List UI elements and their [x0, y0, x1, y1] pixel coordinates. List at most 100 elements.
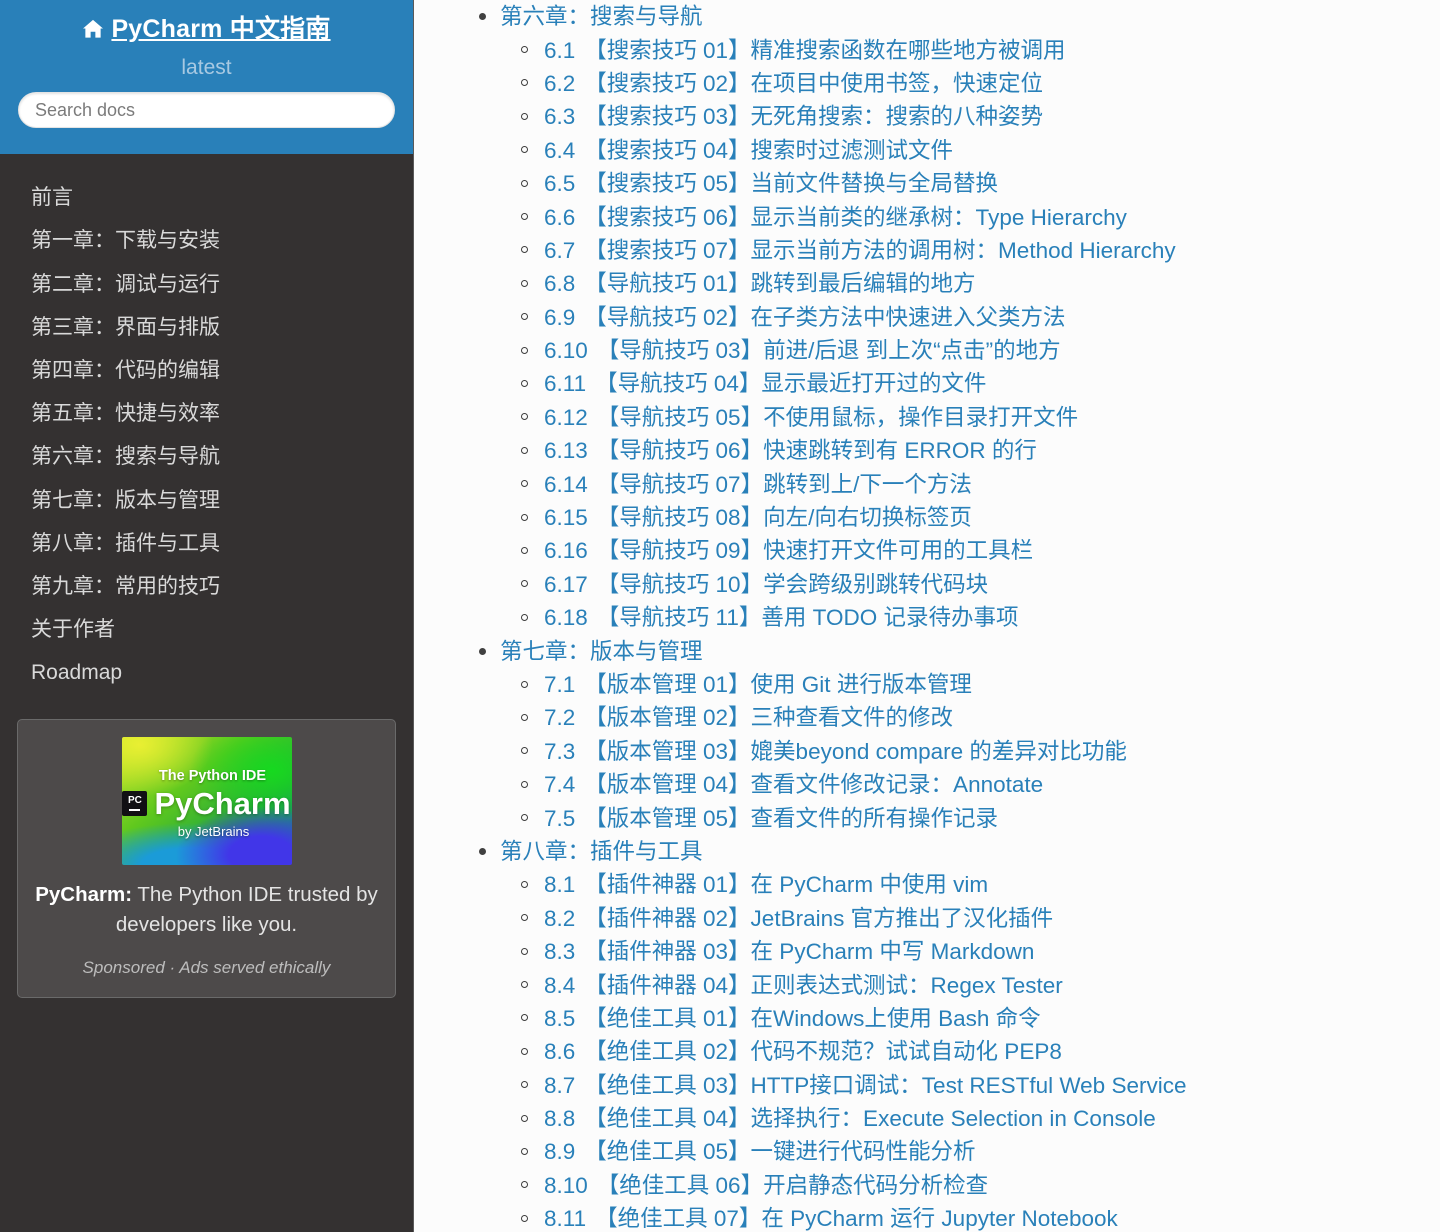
- toc-chapter-link[interactable]: 第八章：插件与工具: [500, 838, 703, 865]
- toc-section-link[interactable]: 7.3 【版本管理 03】媲美beyond compare 的差异对比功能: [544, 738, 1127, 765]
- toc-section-number: 6.17: [544, 571, 588, 597]
- sponsored-ad-card[interactable]: The Python IDE PC PyCharm by JetBrains P…: [17, 719, 396, 998]
- brand-title: PyCharm 中文指南: [111, 15, 331, 43]
- toc-section-title: 【导航技巧 07】跳转到上/下一个方法: [596, 471, 972, 497]
- sidebar-link[interactable]: 第九章：常用的技巧: [0, 565, 413, 608]
- sidebar-link[interactable]: Roadmap: [0, 651, 413, 694]
- toc-section-link[interactable]: 8.6 【绝佳工具 02】代码不规范？试试自动化 PEP8: [544, 1038, 1062, 1065]
- toc-section-link[interactable]: 6.12 【导航技巧 05】不使用鼠标，操作目录打开文件: [544, 404, 1078, 431]
- sidebar-item-chapter-5[interactable]: 第五章：快捷与效率: [0, 392, 413, 435]
- toc-section-title: 【搜索技巧 03】无死角搜索：搜索的八种姿势: [584, 104, 1044, 130]
- toc-section-link[interactable]: 7.5 【版本管理 05】查看文件的所有操作记录: [544, 805, 998, 832]
- toc-section-link[interactable]: 8.4 【插件神器 04】正则表达式测试：Regex Tester: [544, 972, 1063, 999]
- toc-section-row: 6.17 【导航技巧 10】学会跨级别跳转代码块: [521, 568, 1440, 601]
- toc-section-row: 8.7 【绝佳工具 03】HTTP接口调试：Test RESTful Web Se…: [521, 1069, 1440, 1102]
- toc-section-number: 6.6: [544, 204, 576, 230]
- toc-section-row: 6.13 【导航技巧 06】快速跳转到有 ERROR 的行: [521, 434, 1440, 467]
- sidebar-link[interactable]: 第八章：插件与工具: [0, 522, 413, 565]
- toc-section-link[interactable]: 6.9 【导航技巧 02】在子类方法中快速进入父类方法: [544, 304, 1066, 331]
- toc-section-link[interactable]: 6.11 【导航技巧 04】显示最近打开过的文件: [544, 370, 986, 397]
- sidebar-item-chapter-1[interactable]: 第一章：下载与安装: [0, 219, 413, 262]
- toc-section-link[interactable]: 8.9 【绝佳工具 05】一键进行代码性能分析: [544, 1138, 976, 1165]
- sidebar-link[interactable]: 第五章：快捷与效率: [0, 392, 413, 435]
- toc-section-link[interactable]: 6.14 【导航技巧 07】跳转到上/下一个方法: [544, 471, 972, 498]
- toc-section-title: 【绝佳工具 07】在 PyCharm 运行 Jupyter Notebook: [595, 1206, 1118, 1232]
- toc-section-title: 【插件神器 01】在 PyCharm 中使用 vim: [584, 872, 989, 898]
- toc-section-title: 【版本管理 04】查看文件修改记录：Annotate: [584, 772, 1044, 798]
- toc-section-link[interactable]: 6.16 【导航技巧 09】快速打开文件可用的工具栏: [544, 537, 1033, 564]
- toc-section-row: 6.8 【导航技巧 01】跳转到最后编辑的地方: [521, 267, 1440, 300]
- toc-section-link[interactable]: 8.3 【插件神器 03】在 PyCharm 中写 Markdown: [544, 938, 1034, 965]
- sidebar-item-roadmap[interactable]: Roadmap: [0, 651, 413, 694]
- sidebar-item-chapter-6[interactable]: 第六章：搜索与导航: [0, 435, 413, 478]
- toc-section-link[interactable]: 8.10 【绝佳工具 06】开启静态代码分析检查: [544, 1172, 988, 1199]
- toc-section-link[interactable]: 6.8 【导航技巧 01】跳转到最后编辑的地方: [544, 270, 976, 297]
- toc-section-number: 7.1: [544, 672, 576, 697]
- sidebar-item-chapter-8[interactable]: 第八章：插件与工具: [0, 522, 413, 565]
- toc-section-link[interactable]: 6.7 【搜索技巧 07】显示当前方法的调用树：Method Hierarchy: [544, 237, 1176, 264]
- toc-section-link[interactable]: 8.7 【绝佳工具 03】HTTP接口调试：Test RESTful Web Se…: [544, 1072, 1186, 1099]
- toc-section-link[interactable]: 6.1 【搜索技巧 01】精准搜索函数在哪些地方被调用: [544, 37, 1066, 64]
- pycharm-ad-image[interactable]: The Python IDE PC PyCharm by JetBrains: [121, 737, 292, 866]
- sidebar-item-chapter-2[interactable]: 第二章：调试与运行: [0, 263, 413, 306]
- toc-section-list: 8.1 【插件神器 01】在 PyCharm 中使用 vim 8.2 【插件神器 0…: [500, 868, 1440, 1232]
- toc-section-title: 【插件神器 02】JetBrains 官方推出了汉化插件: [584, 905, 1054, 931]
- toc-section-link[interactable]: 8.8 【绝佳工具 04】选择执行：Execute Selection in Co…: [544, 1105, 1156, 1132]
- sidebar-link[interactable]: 第七章：版本与管理: [0, 479, 413, 522]
- toc-section-row: 6.1 【搜索技巧 01】精准搜索函数在哪些地方被调用: [521, 33, 1440, 66]
- sidebar-nav: 前言 第一章：下载与安装 第二章：调试与运行 第三章：界面与排版 第四章：代码的…: [0, 154, 413, 694]
- sidebar-link[interactable]: 关于作者: [0, 608, 413, 651]
- sidebar-item-preface[interactable]: 前言: [0, 176, 413, 219]
- toc-section-link[interactable]: 6.2 【搜索技巧 02】在项目中使用书签，快速定位: [544, 70, 1043, 97]
- toc-section-link[interactable]: 6.17 【导航技巧 10】学会跨级别跳转代码块: [544, 571, 988, 598]
- toc-section-title: 【导航技巧 10】学会跨级别跳转代码块: [596, 571, 989, 597]
- sidebar-link[interactable]: 第一章：下载与安装: [0, 219, 413, 262]
- toc-section-link[interactable]: 6.4 【搜索技巧 04】搜索时过滤测试文件: [544, 137, 953, 164]
- toc-section-link[interactable]: 6.18 【导航技巧 11】善用 TODO 记录待办事项: [544, 604, 1019, 631]
- toc-section-link[interactable]: 8.2 【插件神器 02】JetBrains 官方推出了汉化插件: [544, 905, 1053, 932]
- toc-section-number: 8.8: [544, 1106, 576, 1132]
- sidebar: PyCharm 中文指南 latest 前言 第一章：下载与安装 第二章：调试与…: [0, 0, 414, 1232]
- toc-section-title: 【插件神器 04】正则表达式测试：Regex Tester: [584, 972, 1063, 998]
- toc-chapter-link[interactable]: 第七章：版本与管理: [500, 638, 703, 665]
- ad-description-rest: The Python IDE trusted by developers lik…: [115, 883, 378, 936]
- toc-section-link[interactable]: 7.1 【版本管理 01】使用 Git 进行版本管理: [544, 671, 972, 698]
- toc-section-link[interactable]: 6.13 【导航技巧 06】快速跳转到有 ERROR 的行: [544, 437, 1037, 464]
- sidebar-item-chapter-3[interactable]: 第三章：界面与排版: [0, 306, 413, 349]
- toc-section-number: 6.16: [544, 538, 588, 564]
- toc-section-row: 6.15 【导航技巧 08】向左/向右切换标签页: [521, 501, 1440, 534]
- toc-section-link[interactable]: 6.3 【搜索技巧 03】无死角搜索：搜索的八种姿势: [544, 103, 1043, 130]
- sidebar-link[interactable]: 第四章：代码的编辑: [0, 349, 413, 392]
- toc-section-row: 8.1 【插件神器 01】在 PyCharm 中使用 vim: [521, 868, 1440, 901]
- toc-section-link[interactable]: 6.10 【导航技巧 03】前进/后退 到上次“点击”的地方: [544, 337, 1061, 364]
- toc-section-link[interactable]: 6.6 【搜索技巧 06】显示当前类的继承树：Type Hierarchy: [544, 204, 1127, 231]
- sidebar-link[interactable]: 前言: [0, 176, 413, 219]
- toc-section-link[interactable]: 8.11 【绝佳工具 07】在 PyCharm 运行 Jupyter Notebo…: [544, 1205, 1118, 1232]
- sidebar-item-chapter-4[interactable]: 第四章：代码的编辑: [0, 349, 413, 392]
- toc-section-number: 8.1: [544, 872, 576, 898]
- toc-section-link[interactable]: 8.5 【绝佳工具 01】在Windows上使用 Bash 命令: [544, 1005, 1041, 1032]
- search-input[interactable]: [18, 92, 395, 129]
- toc-section-link[interactable]: 6.5 【搜索技巧 05】当前文件替换与全局替换: [544, 170, 998, 197]
- sidebar-item-about-author[interactable]: 关于作者: [0, 608, 413, 651]
- toc-section-link[interactable]: 8.1 【插件神器 01】在 PyCharm 中使用 vim: [544, 871, 988, 898]
- sidebar-item-chapter-9[interactable]: 第九章：常用的技巧: [0, 565, 413, 608]
- sidebar-link[interactable]: 第三章：界面与排版: [0, 306, 413, 349]
- toc-section-number: 8.2: [544, 905, 576, 931]
- toc-section-link[interactable]: 7.4 【版本管理 04】查看文件修改记录：Annotate: [544, 771, 1043, 798]
- documentation-page: PyCharm 中文指南 latest 前言 第一章：下载与安装 第二章：调试与…: [0, 0, 1440, 1232]
- toc-section-link[interactable]: 6.15 【导航技巧 08】向左/向右切换标签页: [544, 504, 972, 531]
- toc-section-row: 8.8 【绝佳工具 04】选择执行：Execute Selection in Co…: [521, 1102, 1440, 1135]
- toc-section-link[interactable]: 7.2 【版本管理 02】三种查看文件的修改: [544, 704, 953, 731]
- brand-home-link[interactable]: PyCharm 中文指南: [0, 14, 413, 46]
- toc-section-row: 6.5 【搜索技巧 05】当前文件替换与全局替换: [521, 167, 1440, 200]
- toc-section-list: 6.1 【搜索技巧 01】精准搜索函数在哪些地方被调用 6.2 【搜索技巧 02】在…: [500, 33, 1440, 634]
- sidebar-link[interactable]: 第六章：搜索与导航: [0, 435, 413, 478]
- pycharm-logo-underscore: [129, 809, 141, 812]
- sidebar-link[interactable]: 第二章：调试与运行: [0, 263, 413, 306]
- toc-section-row: 6.12 【导航技巧 05】不使用鼠标，操作目录打开文件: [521, 401, 1440, 434]
- toc-chapter-link[interactable]: 第六章：搜索与导航: [500, 3, 703, 30]
- sidebar-item-chapter-7[interactable]: 第七章：版本与管理: [0, 479, 413, 522]
- toc-section-title: 【导航技巧 02】在子类方法中快速进入父类方法: [584, 304, 1066, 330]
- main-content: 第六章：搜索与导航 6.1 【搜索技巧 01】精准搜索函数在哪些地方被调用 6.2…: [414, 0, 1440, 1232]
